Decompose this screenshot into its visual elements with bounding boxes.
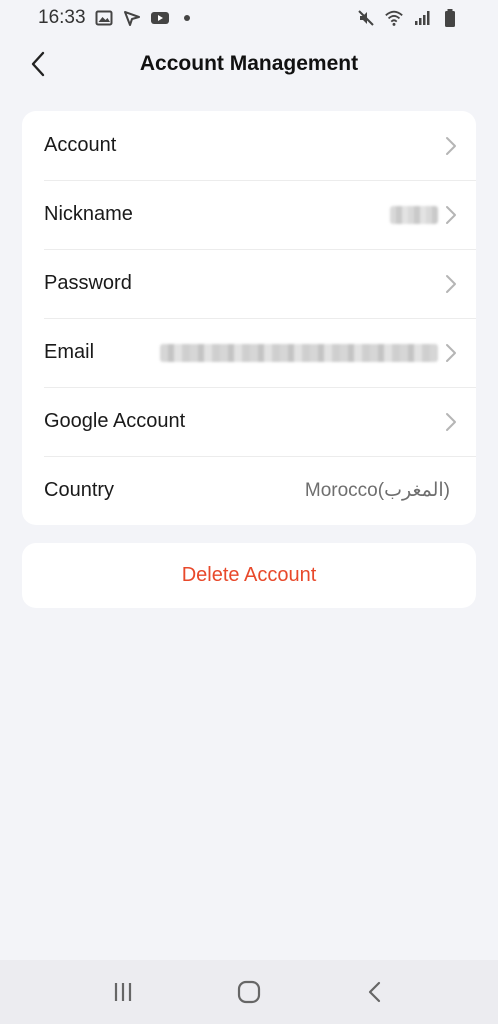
row-nickname[interactable]: Nickname <box>22 180 476 249</box>
row-google-account[interactable]: Google Account <box>22 387 476 456</box>
delete-account-label: Delete Account <box>181 564 317 586</box>
signal-icon <box>412 8 432 28</box>
recent-apps-button[interactable] <box>103 972 143 1012</box>
row-email[interactable]: Email <box>22 318 476 387</box>
row-account[interactable]: Account <box>22 111 476 180</box>
system-nav-bar <box>0 960 498 1024</box>
chevron-right-icon <box>444 412 458 432</box>
youtube-icon <box>150 8 170 28</box>
status-right <box>356 8 460 28</box>
screen: 16:33 Account Management Account Nicknam… <box>0 0 498 1024</box>
wifi-icon <box>384 8 404 28</box>
redacted-nickname <box>390 205 438 224</box>
row-label: Email <box>44 341 95 363</box>
page-title: Account Management <box>139 52 359 75</box>
back-arrow-icon <box>368 981 381 1003</box>
location-arrow-icon <box>122 8 142 28</box>
chevron-right-icon <box>444 274 458 294</box>
chevron-right-icon <box>444 343 458 363</box>
gallery-icon <box>94 8 114 28</box>
delete-account-button[interactable]: Delete Account <box>22 543 476 608</box>
mute-icon <box>356 8 376 28</box>
battery-icon <box>440 8 460 28</box>
home-icon <box>237 980 261 1004</box>
header: Account Management <box>0 36 498 92</box>
country-value: Morocco(المغرب) <box>304 480 450 501</box>
chevron-right-icon <box>444 136 458 156</box>
status-time: 16:33 <box>38 7 86 28</box>
chevron-right-icon <box>444 205 458 225</box>
row-password[interactable]: Password <box>22 249 476 318</box>
row-label: Country <box>44 479 115 501</box>
settings-card: Account Nickname Password Email Google A… <box>22 111 476 525</box>
home-button[interactable] <box>229 972 269 1012</box>
notification-dot-icon <box>183 15 190 21</box>
row-label: Account <box>44 134 117 156</box>
redacted-email <box>160 343 438 362</box>
status-bar: 16:33 <box>0 0 498 36</box>
row-label: Password <box>44 272 132 294</box>
row-country: Country Morocco(المغرب) <box>22 456 476 525</box>
status-left: 16:33 <box>38 7 190 29</box>
back-button[interactable] <box>22 48 54 80</box>
row-label: Nickname <box>44 203 133 225</box>
row-label: Google Account <box>44 410 186 432</box>
recent-apps-icon <box>114 983 132 1001</box>
chevron-left-icon <box>31 51 45 77</box>
system-back-button[interactable] <box>355 972 395 1012</box>
